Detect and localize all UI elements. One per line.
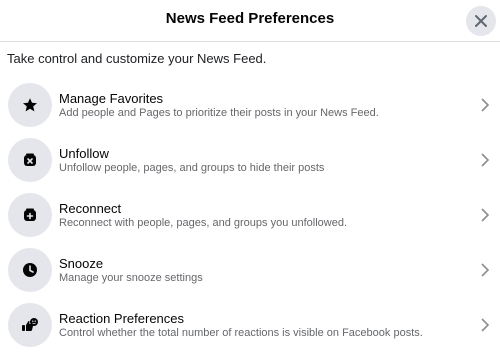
clock-icon: [23, 263, 37, 277]
chevron-right-icon: [481, 98, 490, 112]
chevron-right-icon: [481, 153, 490, 167]
item-title: Reconnect: [59, 201, 122, 216]
icon-container: [8, 193, 52, 237]
icon-container: [8, 248, 52, 292]
item-title: Snooze: [59, 256, 104, 271]
preferences-list: Manage Favorites Add people and Pages to…: [0, 79, 500, 354]
item-description: Reconnect with people, pages, and groups…: [59, 217, 348, 229]
chevron-right-icon: [481, 318, 490, 332]
close-icon: [475, 15, 487, 27]
reconnect-item[interactable]: Reconnect Reconnect with people, pages, …: [0, 189, 500, 244]
item-title: Unfollow: [59, 146, 109, 161]
chevron-right-icon: [481, 263, 490, 277]
dialog-header: News Feed Preferences: [0, 0, 500, 42]
item-title: Manage Favorites: [59, 91, 164, 106]
star-icon: [23, 98, 37, 112]
manage-favorites-item[interactable]: Manage Favorites Add people and Pages to…: [0, 79, 500, 134]
unfollow-item[interactable]: Unfollow Unfollow people, pages, and gro…: [0, 134, 500, 189]
close-button[interactable]: [466, 6, 496, 36]
chevron-right-icon: [481, 208, 490, 222]
reaction-preferences-item[interactable]: Reaction Preferences Control whether the…: [0, 299, 500, 354]
item-description: Control whether the total number of reac…: [59, 327, 423, 339]
snooze-item[interactable]: Snooze Manage your snooze settings: [0, 244, 500, 299]
unfollow-icon: [24, 153, 36, 166]
item-description: Add people and Pages to prioritize their…: [59, 107, 379, 119]
item-title: Reaction Preferences: [59, 311, 185, 326]
reactions-icon: [22, 318, 38, 331]
item-description: Manage your snooze settings: [59, 272, 203, 284]
icon-container: [8, 83, 52, 127]
icon-container: [8, 138, 52, 182]
intro-text: Take control and customize your News Fee…: [7, 51, 267, 66]
dialog-title: News Feed Preferences: [165, 10, 335, 27]
reconnect-icon: [24, 208, 36, 221]
item-description: Unfollow people, pages, and groups to hi…: [59, 162, 325, 174]
icon-container: [8, 303, 52, 347]
